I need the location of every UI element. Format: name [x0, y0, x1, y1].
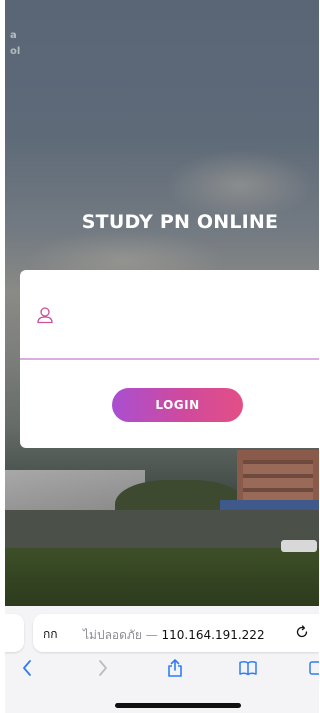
background-cloud — [165, 150, 315, 220]
background-corner-text: a ol — [10, 28, 20, 60]
screen: a ol STUDY PN ONLINE LOGIN กก ไม่ปลอดภัย… — [0, 0, 319, 713]
background-fence — [5, 510, 319, 548]
not-secure-label: ไม่ปลอดภัย — [83, 628, 142, 642]
page-settings-button[interactable]: กก — [43, 625, 58, 644]
corner-text-line: a — [10, 30, 17, 41]
safari-bottom-bar: กก ไม่ปลอดภัย — 110.164.191.222 — [0, 606, 319, 713]
share-icon[interactable] — [165, 658, 185, 678]
user-icon — [37, 307, 53, 324]
username-input[interactable] — [66, 302, 306, 330]
reload-icon[interactable] — [295, 625, 309, 639]
tabs-icon[interactable] — [308, 658, 319, 678]
url-text[interactable]: ไม่ปลอดภัย — 110.164.191.222 — [83, 626, 265, 645]
username-row[interactable] — [20, 288, 319, 358]
username-underline — [20, 358, 319, 360]
home-indicator — [115, 703, 241, 708]
login-button[interactable]: LOGIN — [112, 388, 243, 422]
chevron-right-icon[interactable] — [92, 658, 112, 678]
safari-toolbar — [0, 658, 319, 686]
app-title: STUDY PN ONLINE — [81, 211, 279, 233]
background-grass — [5, 548, 319, 608]
left-edge — [0, 0, 5, 713]
corner-text-line: ol — [10, 46, 21, 57]
login-card: LOGIN — [20, 270, 319, 448]
address-bar[interactable]: กก ไม่ปลอดภัย — 110.164.191.222 — [33, 614, 319, 652]
chevron-left-icon[interactable] — [18, 658, 38, 678]
book-icon[interactable] — [238, 658, 258, 678]
url-host: 110.164.191.222 — [161, 628, 265, 642]
url-separator: — — [145, 628, 158, 642]
background-car — [281, 540, 317, 552]
